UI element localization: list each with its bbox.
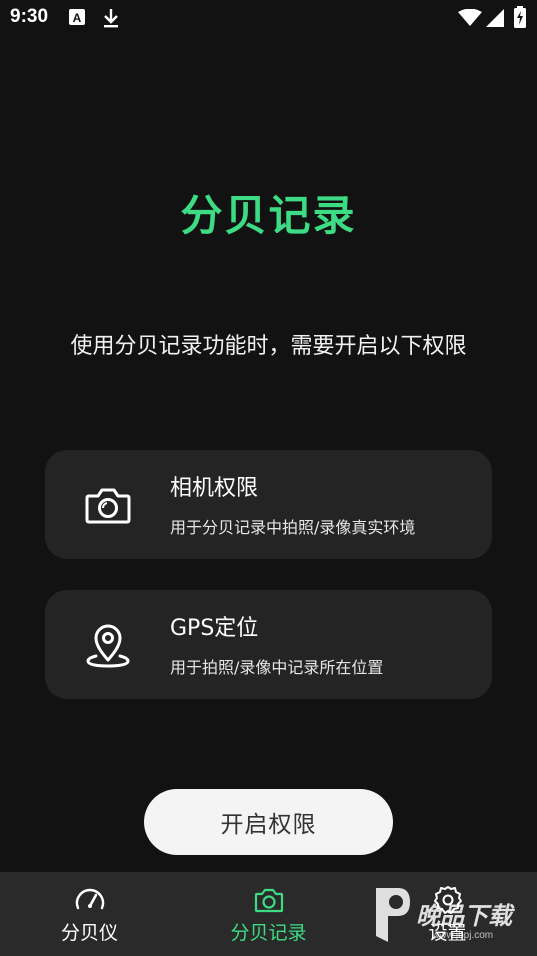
permission-description: 用于拍照/录像中记录所在位置 <box>170 658 384 677</box>
watermark-logo-icon <box>376 888 410 942</box>
permission-card-camera: 相机权限 用于分贝记录中拍照/录像真实环境 <box>45 450 492 559</box>
nav-item-decibel-record[interactable]: 分贝记录 <box>179 872 358 956</box>
location-pin-icon <box>83 620 133 670</box>
permission-description: 用于分贝记录中拍照/录像真实环境 <box>170 518 416 537</box>
nav-label: 分贝记录 <box>230 922 307 944</box>
status-time: 9:30 <box>10 6 49 27</box>
permission-title: 相机权限 <box>170 476 259 501</box>
permission-title: GPS定位 <box>170 616 259 641</box>
camera-icon <box>83 480 133 530</box>
watermark: 晚品下载 www.jbpj.com <box>372 880 532 950</box>
watermark-url: www.jbpj.com <box>432 930 494 941</box>
gauge-icon <box>74 884 106 916</box>
wifi-icon <box>458 8 482 31</box>
camera-icon <box>253 884 285 916</box>
page-subtitle: 使用分贝记录功能时，需要开启以下权限 <box>70 334 467 359</box>
screen: 9:30 A 分贝记录 使用分贝记录功能时，需要开启以下权限 相机权限 用于分贝… <box>0 0 537 956</box>
battery-icon <box>513 6 527 32</box>
signal-icon <box>486 9 504 31</box>
keyboard-a-icon: A <box>68 8 86 30</box>
enable-permissions-button[interactable]: 开启权限 <box>144 789 393 855</box>
svg-text:A: A <box>73 11 82 25</box>
watermark-text: 晚品下载 <box>416 902 512 930</box>
download-icon <box>102 8 120 32</box>
nav-item-decibel-meter[interactable]: 分贝仪 <box>0 872 179 956</box>
status-bar: 9:30 A <box>0 0 537 36</box>
page-title: 分贝记录 <box>180 191 357 240</box>
permission-card-gps: GPS定位 用于拍照/录像中记录所在位置 <box>45 590 492 699</box>
nav-label: 分贝仪 <box>60 922 118 944</box>
